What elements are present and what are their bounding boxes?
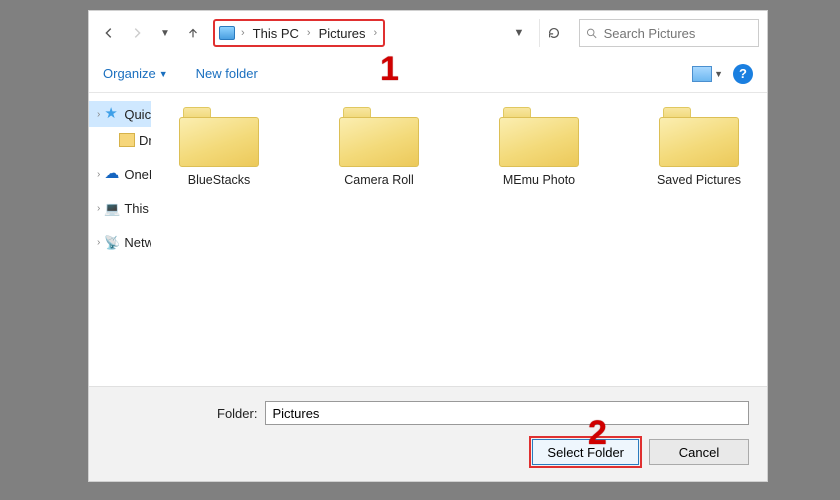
toolbar: Organize ▼ New folder ▼ ?	[89, 55, 767, 93]
folder-icon	[499, 107, 579, 167]
address-bar: ▼ › This PC › Pictures › ▼	[89, 11, 767, 55]
view-button[interactable]: ▼	[692, 66, 723, 82]
organize-label: Organize	[103, 66, 156, 81]
sidebar-item-label: Dropbox	[139, 133, 151, 148]
folder-label: MEmu Photo	[503, 173, 575, 187]
sidebar-item-dropbox[interactable]: Dropbox	[89, 127, 151, 153]
network-icon: 📡	[104, 235, 120, 249]
folder-item-bluestacks[interactable]: BlueStacks	[159, 107, 279, 187]
address-dropdown-button[interactable]: ▼	[507, 21, 531, 45]
search-box[interactable]	[579, 19, 759, 47]
cancel-button[interactable]: Cancel	[649, 439, 749, 465]
caret-down-icon: ▼	[714, 69, 723, 79]
folder-label: BlueStacks	[188, 173, 251, 187]
folder-item-memu-photo[interactable]: MEmu Photo	[479, 107, 599, 187]
dialog-footer: Folder: Select Folder Cancel	[89, 386, 767, 481]
cloud-icon: ☁	[104, 167, 120, 181]
folder-icon	[659, 107, 739, 167]
folder-picker-dialog: ▼ › This PC › Pictures › ▼ Organize ▼	[88, 10, 768, 482]
annotation-marker-1: 1	[380, 50, 399, 89]
breadcrumb[interactable]: › This PC › Pictures ›	[213, 19, 385, 47]
dropbox-icon	[119, 133, 135, 147]
breadcrumb-pictures[interactable]: Pictures	[315, 26, 370, 41]
up-button[interactable]	[181, 21, 205, 45]
folder-item-camera-roll[interactable]: Camera Roll	[319, 107, 439, 187]
chevron-right-icon: ›	[97, 169, 100, 180]
folder-field-label: Folder:	[107, 406, 257, 421]
sidebar-item-label: Quick access	[124, 107, 151, 122]
folder-icon	[339, 107, 419, 167]
folder-label: Camera Roll	[344, 173, 413, 187]
pc-icon	[219, 26, 235, 40]
folder-list: BlueStacks Camera Roll MEmu Photo Saved …	[151, 93, 767, 386]
sidebar-item-label: This PC	[124, 201, 151, 216]
select-folder-button[interactable]: Select Folder	[532, 439, 639, 465]
dialog-body: › ★ Quick access Dropbox › ☁ OneDrive - …	[89, 93, 767, 386]
refresh-button[interactable]	[539, 19, 567, 47]
folder-field-row: Folder:	[107, 401, 749, 425]
back-button[interactable]	[97, 21, 121, 45]
annotation-marker-2: 2	[588, 414, 607, 453]
chevron-right-icon: ›	[97, 109, 100, 120]
navigation-pane: › ★ Quick access Dropbox › ☁ OneDrive - …	[89, 93, 151, 386]
chevron-right-icon: ›	[305, 27, 313, 39]
chevron-right-icon: ›	[97, 203, 100, 214]
folder-icon	[179, 107, 259, 167]
chevron-right-icon: ›	[97, 237, 100, 248]
search-input[interactable]	[604, 26, 752, 41]
recent-locations-button[interactable]: ▼	[153, 21, 177, 45]
folder-label: Saved Pictures	[657, 173, 741, 187]
sidebar-item-this-pc[interactable]: › 💻 This PC	[89, 195, 151, 221]
sidebar-item-label: Network	[124, 235, 151, 250]
help-button[interactable]: ?	[733, 64, 753, 84]
folder-input[interactable]	[265, 401, 749, 425]
search-icon	[586, 27, 598, 40]
new-folder-button[interactable]: New folder	[196, 66, 258, 81]
sidebar-item-onedrive[interactable]: › ☁ OneDrive - Perso	[89, 161, 151, 187]
breadcrumb-this-pc[interactable]: This PC	[249, 26, 303, 41]
sidebar-item-label: OneDrive - Perso	[124, 167, 151, 182]
folder-item-saved-pictures[interactable]: Saved Pictures	[639, 107, 759, 187]
monitor-icon: 💻	[104, 201, 120, 215]
chevron-right-icon: ›	[239, 27, 247, 39]
star-icon: ★	[104, 107, 120, 121]
chevron-right-icon: ›	[372, 27, 380, 39]
view-icon	[692, 66, 712, 82]
caret-down-icon: ▼	[159, 69, 168, 79]
sidebar-item-quick-access[interactable]: › ★ Quick access	[89, 101, 151, 127]
forward-button[interactable]	[125, 21, 149, 45]
sidebar-item-network[interactable]: › 📡 Network	[89, 229, 151, 255]
button-row: Select Folder Cancel	[107, 439, 749, 465]
organize-button[interactable]: Organize ▼	[103, 66, 168, 81]
